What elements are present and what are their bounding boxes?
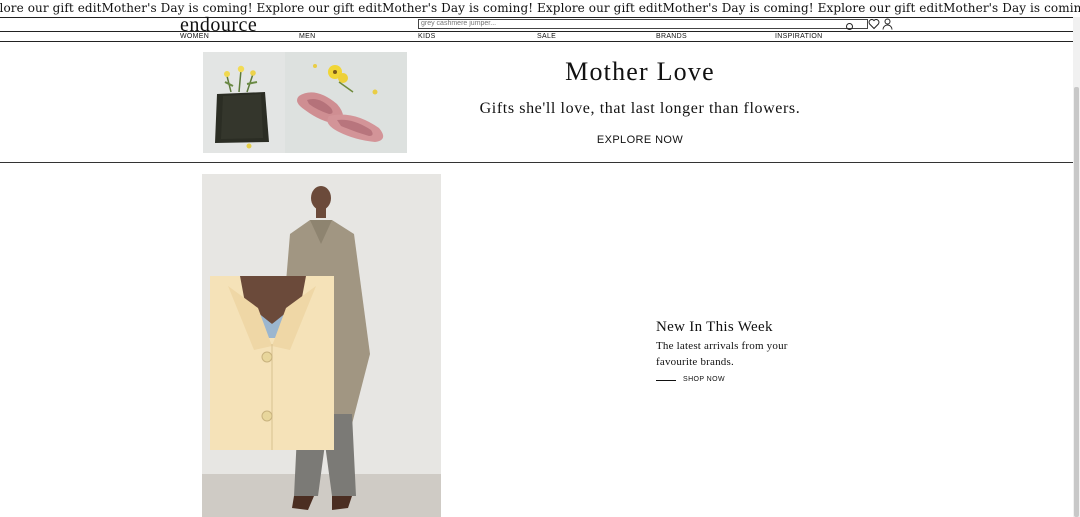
promo-image[interactable]	[203, 52, 407, 153]
heart-icon[interactable]	[868, 18, 880, 30]
search-input[interactable]	[421, 20, 821, 28]
nav-item-inspiration[interactable]: INSPIRATION	[775, 32, 823, 41]
nav-item-men[interactable]: MEN	[299, 32, 315, 41]
new-in-title: New In This Week	[656, 319, 773, 335]
promo-subtitle: Gifts she'll love, that last longer than…	[479, 100, 801, 117]
search-bar[interactable]	[418, 19, 868, 29]
new-in-image[interactable]	[202, 174, 441, 517]
page-scrollbar[interactable]	[1073, 17, 1080, 517]
header-bottom-rule	[0, 41, 1080, 42]
nav-item-brands[interactable]: BRANDS	[656, 32, 687, 41]
user-icon[interactable]	[882, 18, 893, 30]
section-divider	[0, 162, 1080, 163]
new-in-description: The latest arrivals from your favourite …	[656, 340, 788, 368]
shop-now-label: SHOP NOW	[683, 376, 725, 383]
nav-item-sale[interactable]: SALE	[537, 32, 556, 41]
promo-title: Mother Love	[565, 57, 715, 86]
explore-now-link[interactable]: EXPLORE NOW	[580, 133, 700, 147]
scrollbar-thumb[interactable]	[1074, 87, 1079, 517]
shop-now-rule	[656, 379, 676, 381]
nav-item-kids[interactable]: KIDS	[418, 32, 436, 41]
header-top-rule	[0, 17, 1080, 18]
ticker-text[interactable]: Explore our gift editMother's Day is com…	[0, 1, 1080, 15]
shop-now-link[interactable]: SHOP NOW	[656, 375, 725, 385]
main-nav: WOMEN MEN KIDS SALE BRANDS INSPIRATION	[0, 32, 1080, 41]
announcement-ticker[interactable]: Explore our gift editMother's Day is com…	[0, 0, 1080, 17]
nav-item-women[interactable]: WOMEN	[180, 32, 209, 41]
